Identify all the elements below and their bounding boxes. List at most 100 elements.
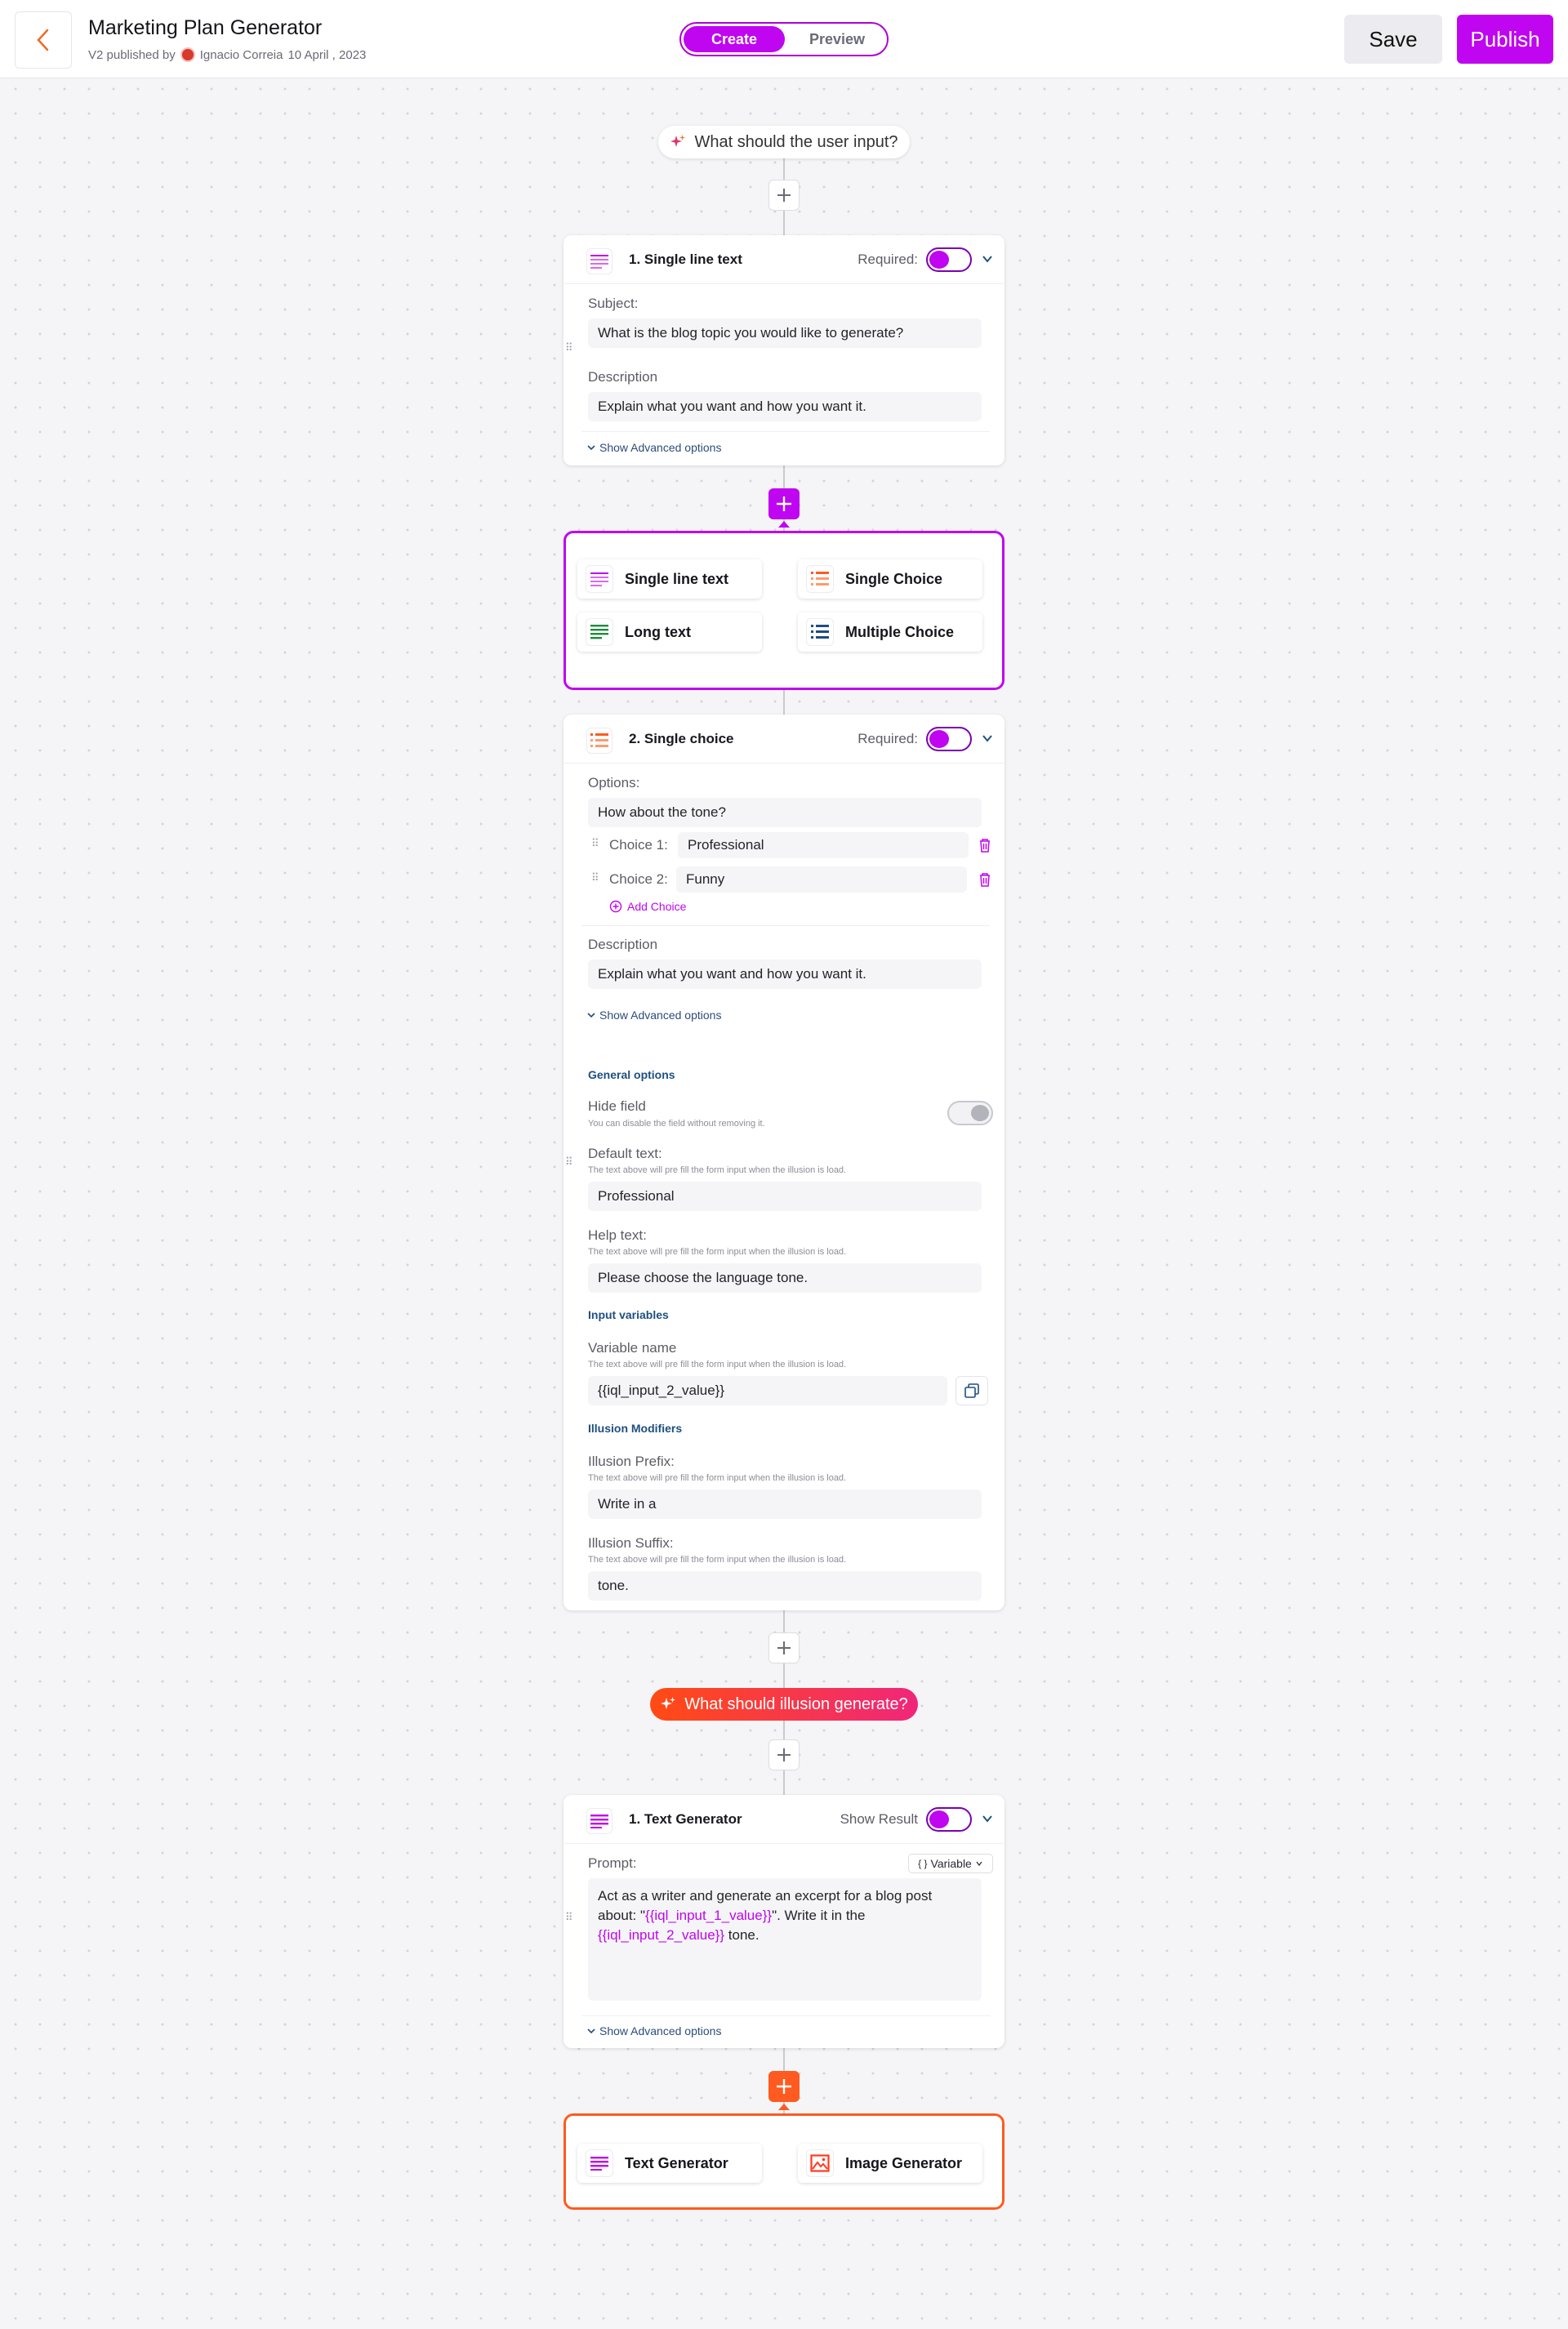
suffix-input[interactable]: tone. <box>588 1571 982 1601</box>
save-button[interactable]: Save <box>1344 15 1442 64</box>
drag-handle-icon[interactable]: ⠿ <box>565 1911 572 1924</box>
card-header: 2. Single choice Required: <box>564 715 1004 764</box>
variable-name-input[interactable]: {{iql_input_2_value}} <box>588 1376 947 1405</box>
chevron-left-icon <box>37 29 49 51</box>
trash-icon[interactable] <box>978 838 991 853</box>
suffix-hint: The text above will pre fill the form in… <box>588 1555 847 1565</box>
single-line-text-icon <box>586 248 612 274</box>
card-title: 1. Single line text <box>629 252 742 267</box>
drag-handle-icon[interactable]: ⠿ <box>591 837 599 850</box>
add-choice-button[interactable]: Add Choice <box>609 900 686 913</box>
hide-field-toggle[interactable] <box>947 1101 993 1125</box>
divider <box>581 431 990 432</box>
add-field-button[interactable] <box>768 488 800 519</box>
chevron-down-icon[interactable] <box>982 733 993 744</box>
prompt-textarea[interactable]: Act as a writer and generate an excerpt … <box>588 1878 982 2001</box>
generator-type-picker: Text Generator Image Generator <box>564 2113 1004 2210</box>
required-label: Required: <box>858 252 918 267</box>
divider <box>581 925 990 926</box>
prompt-variable: {{iql_input_2_value}} <box>598 1927 725 1943</box>
variable-label: Variable <box>930 1857 972 1870</box>
author-name: Ignacio Correia <box>199 47 283 62</box>
single-line-text-option[interactable]: Single line text <box>577 559 762 599</box>
tab-create[interactable]: Create <box>684 26 785 52</box>
required-toggle[interactable] <box>926 247 972 272</box>
card-title: 1. Text Generator <box>629 1811 742 1827</box>
input-variables-heading: Input variables <box>588 1308 669 1321</box>
variable-dropdown[interactable]: { } Variable <box>908 1854 993 1873</box>
drag-handle-icon[interactable]: ⠿ <box>565 341 572 354</box>
page-title: Marketing Plan Generator <box>88 16 323 39</box>
prefix-input[interactable]: Write in a <box>588 1490 982 1519</box>
option-label: Text Generator <box>625 2154 728 2171</box>
choice-2-input[interactable]: Funny <box>676 866 967 893</box>
plus-circle-icon <box>609 900 622 913</box>
hide-field-label: Hide field <box>588 1098 646 1114</box>
prompt-label: Prompt: <box>588 1855 637 1871</box>
default-text-hint: The text above will pre fill the form in… <box>588 1165 847 1175</box>
copy-button[interactable] <box>956 1376 988 1405</box>
prompt-text: tone. <box>724 1927 760 1943</box>
default-text-input[interactable]: Professional <box>588 1182 982 1211</box>
user-input-prompt[interactable]: What should the user input? <box>658 126 910 158</box>
card-title: 2. Single choice <box>629 731 734 746</box>
required-toggle[interactable] <box>926 727 972 751</box>
divider <box>581 2015 990 2016</box>
show-result-toggle[interactable] <box>926 1807 972 1832</box>
description-input[interactable]: Explain what you want and how you want i… <box>588 960 982 989</box>
sparkle-icon <box>670 135 686 147</box>
question-input[interactable]: How about the tone? <box>588 798 982 827</box>
image-generator-option[interactable]: Image Generator <box>798 2144 982 2183</box>
generate-prompt[interactable]: What should illusion generate? <box>650 1688 918 1721</box>
show-advanced-link[interactable]: Show Advanced options <box>586 441 721 454</box>
single-choice-card: 2. Single choice Required: Options: How … <box>564 715 1004 1610</box>
chevron-down-icon[interactable] <box>982 253 993 265</box>
drag-handle-icon[interactable]: ⠿ <box>565 1156 572 1169</box>
multiple-choice-option[interactable]: Multiple Choice <box>798 612 982 652</box>
add-step-button[interactable] <box>768 1632 800 1663</box>
copy-icon <box>964 1383 979 1398</box>
trash-icon[interactable] <box>978 872 991 887</box>
single-choice-option[interactable]: Single Choice <box>798 559 982 599</box>
description-input[interactable]: Explain what you want and how you want i… <box>588 392 982 421</box>
show-advanced-label: Show Advanced options <box>599 1009 722 1022</box>
drag-handle-icon[interactable]: ⠿ <box>591 871 599 884</box>
tab-preview[interactable]: Preview <box>790 26 884 52</box>
plus-icon <box>777 189 791 202</box>
field-type-picker: Single line text Single Choice Long text… <box>564 531 1004 690</box>
show-result-label: Show Result <box>840 1811 918 1827</box>
card-header: 1. Text Generator Show Result <box>564 1795 1004 1844</box>
plus-icon <box>777 497 791 511</box>
show-advanced-link[interactable]: Show Advanced options <box>586 2024 721 2037</box>
choice-1-input[interactable]: Professional <box>678 832 969 858</box>
description-label: Description <box>588 369 658 385</box>
option-label: Image Generator <box>845 2154 963 2171</box>
published-label: V2 published by <box>88 47 176 62</box>
back-button[interactable] <box>15 11 72 69</box>
add-step-button[interactable] <box>768 1739 800 1770</box>
variable-name-hint: The text above will pre fill the form in… <box>588 1360 847 1369</box>
prompt-text: ". Write it in the <box>772 1908 866 1923</box>
long-text-option[interactable]: Long text <box>577 612 762 652</box>
description-label: Description <box>588 937 658 952</box>
plus-icon <box>777 1748 791 1761</box>
prefix-label: Illusion Prefix: <box>588 1454 675 1469</box>
show-advanced-link[interactable]: Show Advanced options <box>586 1009 721 1022</box>
add-generator-button[interactable] <box>768 2071 800 2102</box>
add-step-button[interactable] <box>768 180 800 211</box>
single-choice-icon <box>586 728 612 754</box>
publish-button[interactable]: Publish <box>1457 15 1553 64</box>
subject-input[interactable]: What is the blog topic you would like to… <box>588 318 982 348</box>
user-input-prompt-text: What should the user input? <box>694 132 898 151</box>
choice-1-label: Choice 1: <box>609 837 668 853</box>
text-generator-option[interactable]: Text Generator <box>577 2144 762 2183</box>
add-choice-label: Add Choice <box>627 900 687 913</box>
general-options-heading: General options <box>588 1068 675 1081</box>
option-label: Single line text <box>625 570 729 587</box>
chevron-down-icon <box>976 1861 982 1867</box>
image-icon <box>806 2149 834 2177</box>
chevron-down-icon[interactable] <box>982 1813 993 1824</box>
card-header: 1. Single line text Required: <box>564 235 1004 284</box>
help-text-input[interactable]: Please choose the language tone. <box>588 1263 982 1293</box>
avatar <box>180 47 195 62</box>
